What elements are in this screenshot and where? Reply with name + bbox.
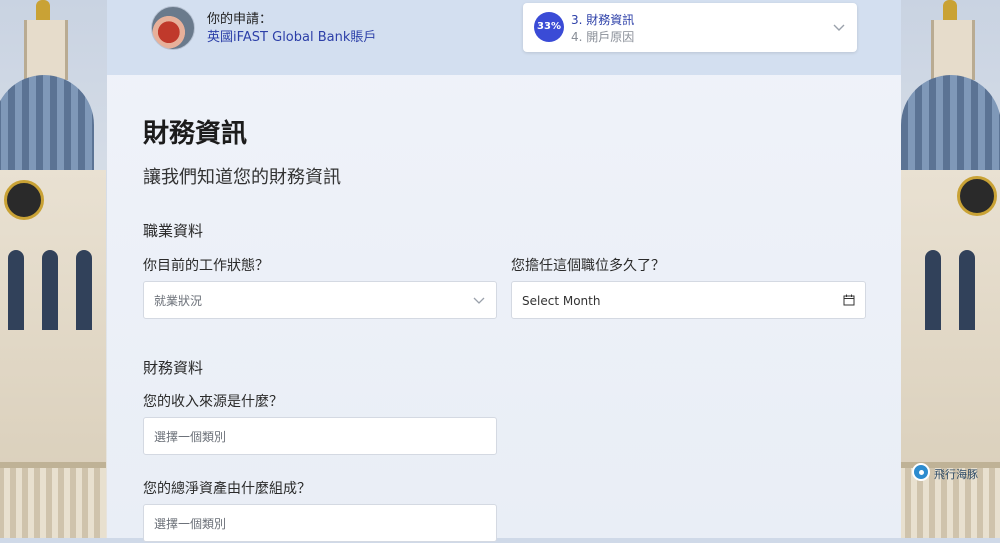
progress-stepper-dropdown[interactable]: 33% 3. 財務資訊 4. 開戶原因 — [523, 3, 857, 52]
page-subtitle: 讓我們知道您的財務資訊 — [143, 167, 341, 188]
application-avatar — [151, 6, 195, 50]
chevron-down-icon — [473, 297, 485, 304]
net-assets-placeholder: 選擇一個類別 — [154, 517, 227, 531]
employment-section-heading: 職業資料 — [143, 222, 204, 240]
current-step-label: 3. 財務資訊 — [571, 13, 635, 27]
watermark-logo-icon — [912, 463, 930, 481]
income-source-select[interactable]: 選擇一個類別 — [143, 417, 497, 455]
calendar-icon — [843, 294, 855, 306]
employment-status-label: 你目前的工作狀態？ — [143, 258, 269, 274]
employment-status-placeholder: 就業狀況 — [154, 294, 203, 308]
month-picker-placeholder: Select Month — [522, 294, 601, 308]
left-background-image — [0, 0, 107, 538]
income-source-placeholder: 選擇一個類別 — [154, 430, 227, 444]
position-duration-label: 您擔任這個職位多久了？ — [511, 258, 665, 274]
net-assets-label: 您的總淨資產由什麼組成？ — [143, 481, 311, 497]
application-label: 你的申請： — [207, 12, 273, 27]
financial-section-heading: 財務資料 — [143, 359, 204, 377]
income-source-label: 您的收入來源是什麼？ — [143, 394, 283, 410]
chevron-down-icon — [833, 24, 845, 31]
position-duration-month-picker[interactable]: Select Month — [511, 281, 866, 319]
employment-status-select[interactable]: 就業狀況 — [143, 281, 497, 319]
application-header: 你的申請： 英國iFAST Global Bank賬戶 33% 3. 財務資訊 … — [107, 0, 901, 75]
net-assets-select[interactable]: 選擇一個類別 — [143, 504, 497, 542]
form-panel: 財務資訊 讓我們知道您的財務資訊 職業資料 你目前的工作狀態？ 就業狀況 您擔任… — [107, 75, 901, 542]
progress-percent-badge: 33% — [534, 12, 564, 42]
application-link[interactable]: 英國iFAST Global Bank賬戶 — [207, 26, 376, 45]
next-step-label: 4. 開戶原因 — [571, 30, 635, 44]
right-background-image — [901, 0, 1000, 538]
page-title: 財務資訊 — [143, 119, 248, 149]
watermark-text: 飛行海豚 — [934, 468, 978, 481]
